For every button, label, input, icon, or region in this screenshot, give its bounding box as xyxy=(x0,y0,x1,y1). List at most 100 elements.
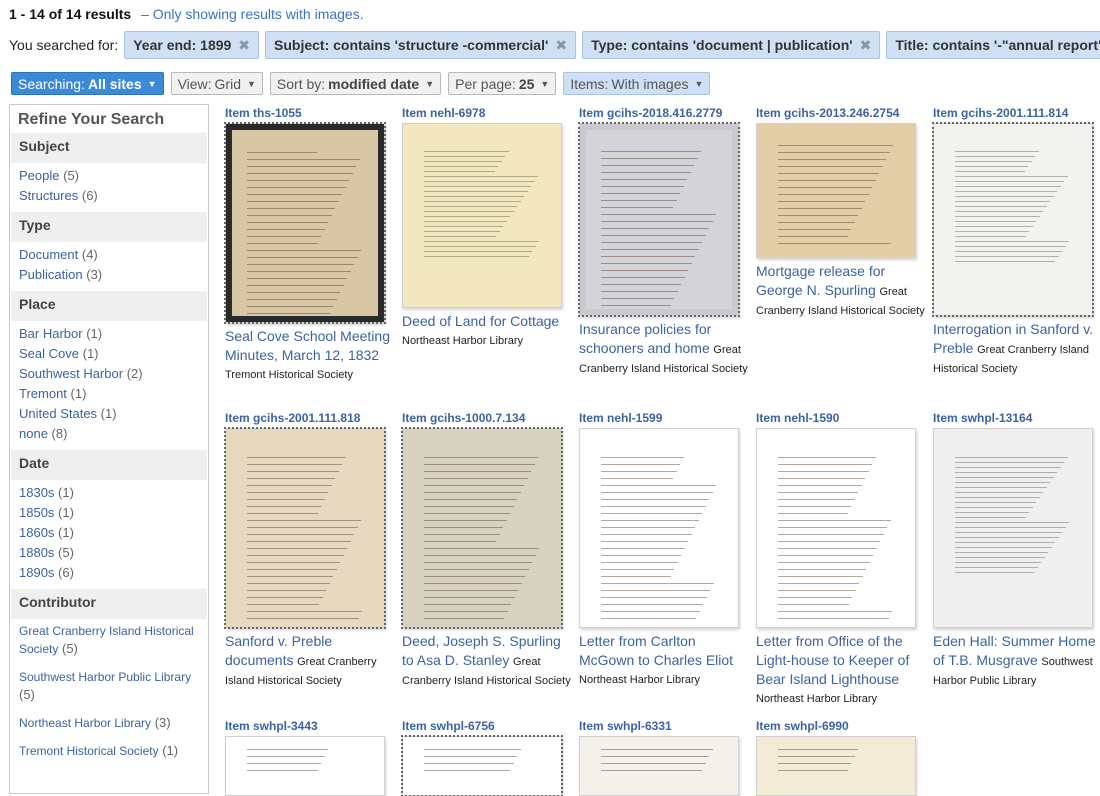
item-caption: Letter from Carlton McGown to Charles El… xyxy=(579,632,749,689)
remove-filter-icon[interactable]: ✖ xyxy=(555,37,567,54)
item-id-link[interactable]: Item swhpl-13164 xyxy=(933,411,1100,425)
result-item: Item gcihs-2018.416.2779 Insurance polici… xyxy=(578,106,749,378)
item-thumbnail[interactable] xyxy=(756,428,916,628)
item-title-link[interactable]: Mortgage release for George N. Spurling xyxy=(756,263,885,298)
result-item: Item swhpl-3443 xyxy=(225,719,395,796)
filter-chip-title: Title: contains '-"annual report"' ✖ xyxy=(886,31,1100,59)
item-caption: Seal Cove School Meeting Minutes, March … xyxy=(225,327,395,384)
item-thumbnail[interactable] xyxy=(933,428,1093,628)
facet-link[interactable]: 1890s xyxy=(19,565,54,580)
item-title-link[interactable]: Insurance policies for schooners and hom… xyxy=(579,321,711,356)
facet-link[interactable]: Northeast Harbor Library xyxy=(19,716,151,730)
item-id-link[interactable]: Item gcihs-2013.246.2754 xyxy=(756,106,926,120)
item-thumbnail[interactable] xyxy=(225,736,385,796)
item-caption: Letter from Office of the Light-house to… xyxy=(756,632,926,708)
item-id-link[interactable]: Item nehl-6978 xyxy=(402,106,572,120)
facet-link[interactable]: Tremont xyxy=(19,386,67,401)
facet-link[interactable]: Great Cranberry Island Historical Societ… xyxy=(19,624,194,656)
facet-link[interactable]: People xyxy=(19,168,59,183)
facet-heading-type: Type xyxy=(11,212,207,242)
dropdown-label: Per page: xyxy=(455,75,516,92)
result-item: Item gcihs-2001.111.818 Sanford v. Preble… xyxy=(224,411,395,690)
item-title-link[interactable]: Seal Cove School Meeting Minutes, March … xyxy=(225,328,390,363)
facet-link[interactable]: 1860s xyxy=(19,525,54,540)
result-item: Item nehl-1590 Letter from Office of the … xyxy=(756,411,926,708)
filter-chip-type: Type: contains 'document | publication' … xyxy=(582,31,881,59)
item-title-link[interactable]: Letter from Office of the Light-house to… xyxy=(756,633,909,687)
facet-count: (1) xyxy=(100,406,117,421)
item-id-link[interactable]: Item nehl-1599 xyxy=(579,411,749,425)
item-thumbnail[interactable] xyxy=(932,122,1094,317)
searching-dropdown[interactable]: Searching: All sites ▼ xyxy=(11,72,164,95)
facet-link[interactable]: Document xyxy=(19,247,78,262)
item-thumbnail[interactable] xyxy=(578,122,740,317)
facet-link[interactable]: none xyxy=(19,426,48,441)
item-caption: Insurance policies for schooners and hom… xyxy=(579,320,749,378)
item-thumbnail[interactable] xyxy=(401,427,563,629)
facet-link[interactable]: Southwest Harbor xyxy=(19,366,123,381)
item-thumbnail[interactable] xyxy=(579,428,739,628)
result-item: Item swhpl-13164 Eden Hall: Summer Home o… xyxy=(933,411,1100,690)
caret-down-icon: ▼ xyxy=(694,78,704,89)
item-id-link[interactable]: Item swhpl-6756 xyxy=(402,719,572,733)
results-toolbar: Searching: All sites ▼ View: Grid ▼ Sort… xyxy=(11,72,717,95)
facet-heading-place: Place xyxy=(11,291,207,321)
facet-count: (3) xyxy=(154,715,171,730)
item-title-link[interactable]: Deed of Land for Cottage xyxy=(402,313,559,329)
facet-link[interactable]: Seal Cove xyxy=(19,346,79,361)
item-thumbnail[interactable] xyxy=(756,123,916,258)
item-id-link[interactable]: Item ths-1055 xyxy=(225,106,395,120)
facet-item: Great Cranberry Island Historical Societ… xyxy=(19,622,199,658)
facet-link[interactable]: Tremont Historical Society xyxy=(19,744,159,758)
facet-count: (2) xyxy=(126,366,143,381)
item-thumbnail[interactable] xyxy=(756,736,916,796)
dropdown-value: Grid xyxy=(214,75,241,92)
facet-count: (6) xyxy=(81,188,98,203)
item-id-link[interactable]: Item gcihs-2001.111.814 xyxy=(933,106,1100,120)
facet-link[interactable]: Structures xyxy=(19,188,78,203)
sort-dropdown[interactable]: Sort by: modified date ▼ xyxy=(269,72,442,95)
item-thumbnail[interactable] xyxy=(224,122,386,324)
facet-link[interactable]: United States xyxy=(19,406,97,421)
dropdown-value: modified date xyxy=(328,75,420,92)
document-thumbnail-image xyxy=(940,130,1086,309)
facet-link[interactable]: 1850s xyxy=(19,505,54,520)
item-id-link[interactable]: Item swhpl-6331 xyxy=(579,719,749,733)
item-id-link[interactable]: Item gcihs-2001.111.818 xyxy=(225,411,395,425)
facet-link[interactable]: Publication xyxy=(19,267,83,282)
document-thumbnail-image xyxy=(232,435,378,621)
facet-count: (1) xyxy=(58,505,74,520)
item-caption: Interrogation in Sanford v. Preble Great… xyxy=(933,320,1100,378)
facet-link[interactable]: 1830s xyxy=(19,485,54,500)
view-dropdown[interactable]: View: Grid ▼ xyxy=(170,72,263,95)
facet-item: 1860s (1) xyxy=(19,523,199,543)
item-id-link[interactable]: Item gcihs-2018.416.2779 xyxy=(579,106,749,120)
facet-item: Structures (6) xyxy=(19,186,199,206)
dropdown-label: Sort by: xyxy=(276,75,326,92)
item-id-link[interactable]: Item nehl-1590 xyxy=(756,411,926,425)
facet-item: People (5) xyxy=(19,166,199,186)
images-only-link[interactable]: – Only showing results with images. xyxy=(141,6,364,22)
items-dropdown[interactable]: Items: With images ▼ xyxy=(563,72,711,95)
item-id-link[interactable]: Item swhpl-3443 xyxy=(225,719,395,733)
facet-item: 1830s (1) xyxy=(19,483,199,503)
facet-item: none (8) xyxy=(19,424,199,444)
item-thumbnail[interactable] xyxy=(401,735,563,796)
sidebar-title: Refine Your Search xyxy=(18,111,165,128)
per-page-dropdown[interactable]: Per page: 25 ▼ xyxy=(448,72,557,95)
facet-item: Seal Cove (1) xyxy=(19,344,199,364)
item-thumbnail[interactable] xyxy=(579,736,739,796)
item-title-link[interactable]: Letter from Carlton McGown to Charles El… xyxy=(579,633,733,668)
facet-count: (5) xyxy=(19,687,35,702)
facet-link[interactable]: Bar Harbor xyxy=(19,326,83,341)
item-id-link[interactable]: Item swhpl-6990 xyxy=(756,719,926,733)
facet-link[interactable]: 1880s xyxy=(19,545,54,560)
facet-link[interactable]: Southwest Harbor Public Library xyxy=(19,670,191,684)
remove-filter-icon[interactable]: ✖ xyxy=(860,37,872,54)
item-id-link[interactable]: Item gcihs-1000.7.134 xyxy=(402,411,572,425)
remove-filter-icon[interactable]: ✖ xyxy=(238,37,250,54)
item-thumbnail[interactable] xyxy=(402,123,562,308)
facet-count: (4) xyxy=(81,247,98,262)
item-thumbnail[interactable] xyxy=(224,427,386,629)
document-thumbnail-image xyxy=(409,130,555,301)
